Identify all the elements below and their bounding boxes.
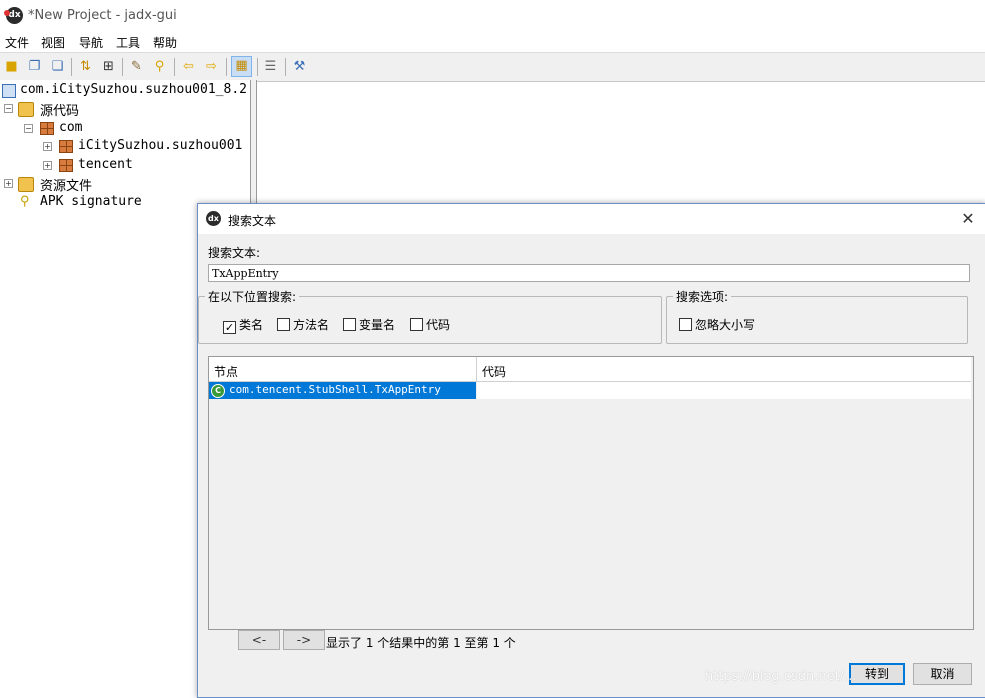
checkbox-variable-name[interactable]: 变量名 <box>343 316 395 332</box>
close-icon[interactable]: ✕ <box>958 209 978 229</box>
results-table: 节点 代码 C com.tencent.StubShell.TxAppEntry <box>208 356 974 630</box>
checkbox-class-name[interactable]: ✓ 类名 <box>223 316 264 334</box>
search-text-icon[interactable]: ✎ <box>128 58 145 75</box>
column-header-node[interactable]: 节点 <box>209 357 477 382</box>
folder-open-icon <box>18 102 34 117</box>
preferences-icon[interactable]: ⚒ <box>291 58 308 75</box>
search-label: 搜索文本: <box>208 246 261 260</box>
window-titlebar: dx *New Project - jadx-gui <box>0 0 985 32</box>
menu-tools[interactable]: 工具 <box>116 34 140 51</box>
column-header-label: 节点 <box>214 365 239 379</box>
resources-folder-icon <box>18 177 34 192</box>
tree-root[interactable]: com.iCitySuzhou.suzhou001_8.2 <box>2 81 250 99</box>
checkbox-ignore-case[interactable]: 忽略大小写 <box>679 316 755 332</box>
column-header-code[interactable]: 代码 <box>477 357 971 382</box>
toolbar-separator <box>285 58 286 76</box>
checkbox-label: 代码 <box>426 318 451 332</box>
checkbox-box[interactable] <box>410 318 423 331</box>
menu-bar: 文件 视图 导航 工具 帮助 <box>0 32 985 52</box>
checkbox-code[interactable]: 代码 <box>410 316 450 332</box>
add-files-icon[interactable]: ❐ <box>26 58 43 75</box>
toolbar-separator <box>71 58 72 76</box>
jadx-logo-icon: dx <box>206 211 221 226</box>
jadx-logo-icon: dx <box>4 7 23 24</box>
tree-item-com[interactable]: − com <box>24 119 250 137</box>
tree-item-label: tencent <box>78 157 133 172</box>
tree-item-label: 资源文件 <box>40 179 93 194</box>
package-icon <box>59 140 73 153</box>
tree-item-label: iCitySuzhou.suzhou001 <box>78 138 243 153</box>
window-title: *New Project - jadx-gui <box>28 8 177 23</box>
cancel-button[interactable]: 取消 <box>913 663 972 685</box>
search-location-legend: 在以下位置搜索: <box>208 290 297 304</box>
menu-view[interactable]: 视图 <box>41 34 65 51</box>
prev-page-button[interactable]: <- <box>238 630 280 650</box>
table-row[interactable]: C com.tencent.StubShell.TxAppEntry <box>209 382 476 399</box>
collapse-icon[interactable]: − <box>24 124 33 133</box>
tree-item-label: 源代码 <box>40 104 80 119</box>
checkbox-label: 忽略大小写 <box>695 318 756 332</box>
search-input[interactable]: TxAppEntry <box>208 264 970 282</box>
open-folder-icon[interactable]: ■ <box>3 58 20 75</box>
package-icon <box>40 122 54 135</box>
checkbox-box[interactable] <box>343 318 356 331</box>
tree-item-source[interactable]: − 源代码 <box>4 99 250 119</box>
search-text-dialog: dx 搜索文本 ✕ 搜索文本: TxAppEntry 在以下位置搜索: ✓ 类名 … <box>197 203 985 698</box>
menu-file[interactable]: 文件 <box>5 34 29 51</box>
collapse-icon[interactable]: − <box>4 104 13 113</box>
watermark: https://blog.csdn.net/... <box>705 669 857 684</box>
expand-icon[interactable]: + <box>43 142 52 151</box>
goto-button[interactable]: 转到 <box>849 663 905 685</box>
tree-item-tencent[interactable]: + tencent <box>43 156 250 174</box>
project-icon <box>2 84 16 98</box>
tree-item-label: APK signature <box>40 194 142 209</box>
sync-icon[interactable]: ⇅ <box>77 58 94 75</box>
key-icon: ⚲ <box>20 194 30 209</box>
page-info: 显示了 1 个结果中的第 1 至第 1 个 <box>326 636 516 650</box>
search-options-legend: 搜索选项: <box>676 290 729 304</box>
checkbox-box[interactable] <box>277 318 290 331</box>
toolbar: ■ ❐ ❏ ⇅ ⊞ ✎ ⚲ ⇦ ⇨ ▦ ☰ ⚒ <box>0 52 985 82</box>
checkbox-box[interactable] <box>679 318 692 331</box>
toolbar-separator <box>226 58 227 76</box>
checkbox-method-name[interactable]: 方法名 <box>277 316 329 332</box>
tree-item-resources[interactable]: + 资源文件 <box>4 174 250 194</box>
menu-help[interactable]: 帮助 <box>153 34 177 51</box>
tree-item-icitysuzhou[interactable]: + iCitySuzhou.suzhou001 <box>43 137 250 155</box>
checkbox-label: 变量名 <box>359 318 396 332</box>
toolbar-separator <box>122 58 123 76</box>
checkbox-label: 方法名 <box>293 318 330 332</box>
toolbar-separator <box>174 58 175 76</box>
menu-navigation[interactable]: 导航 <box>79 34 103 51</box>
find-class-icon[interactable]: ⚲ <box>151 58 168 75</box>
save-icon[interactable]: ❏ <box>49 58 66 75</box>
log-icon[interactable]: ☰ <box>262 58 279 75</box>
tree-root-label: com.iCitySuzhou.suzhou001_8.2 <box>20 82 247 97</box>
dialog-title: 搜索文本 <box>228 214 277 228</box>
result-node-text: com.tencent.StubShell.TxAppEntry <box>229 383 441 396</box>
class-icon: C <box>211 384 225 398</box>
dialog-titlebar: dx 搜索文本 ✕ <box>198 204 985 234</box>
expand-icon[interactable]: + <box>43 161 52 170</box>
deobfuscation-icon[interactable]: ▦ <box>231 56 252 77</box>
forward-icon[interactable]: ⇨ <box>203 58 220 75</box>
back-icon[interactable]: ⇦ <box>180 58 197 75</box>
expand-icon[interactable]: + <box>4 179 13 188</box>
package-icon <box>59 159 73 172</box>
column-header-label: 代码 <box>482 365 507 379</box>
toolbar-separator <box>257 58 258 76</box>
flatten-icon[interactable]: ⊞ <box>100 58 117 75</box>
tree-item-label: com <box>59 120 83 135</box>
checkbox-box[interactable]: ✓ <box>223 321 236 334</box>
checkbox-label: 类名 <box>239 318 264 332</box>
next-page-button[interactable]: -> <box>283 630 325 650</box>
result-code-cell[interactable] <box>477 382 971 399</box>
